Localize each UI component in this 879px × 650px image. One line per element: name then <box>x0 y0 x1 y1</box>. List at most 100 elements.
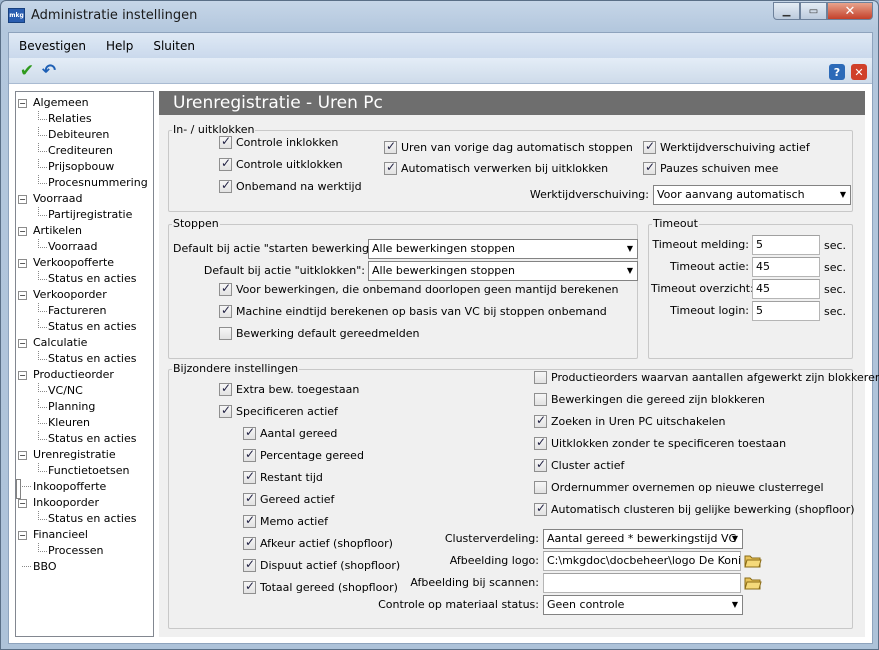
special-checkbox[interactable]: Cluster actief <box>534 457 624 472</box>
inout-checkbox[interactable]: Uren van vorige dag automatisch stoppen <box>384 139 633 154</box>
specificeren-checkbox[interactable]: Percentage gereed <box>243 447 364 462</box>
tree-item[interactable]: Relaties <box>16 111 153 127</box>
checkbox-box[interactable] <box>243 557 256 572</box>
collapse-icon[interactable]: − <box>18 227 27 236</box>
collapse-icon[interactable]: − <box>18 531 27 540</box>
tree-item[interactable]: Kleuren <box>16 415 153 431</box>
checkbox-box[interactable] <box>643 160 656 175</box>
tree-item[interactable]: − Algemeen <box>16 95 153 111</box>
checkbox-box[interactable] <box>534 501 547 516</box>
inout-checkbox[interactable]: Werktijdverschuiving actief <box>643 139 810 154</box>
tree-item[interactable]: Procesnummering <box>16 175 153 191</box>
settings-tree[interactable]: − Algemeen Relaties Debiteuren Crediteuren Pr… <box>15 91 154 637</box>
special-checkbox[interactable]: Zoeken in Uren PC uitschakelen <box>534 413 726 428</box>
tree-item[interactable]: − Calculatie <box>16 335 153 351</box>
close-form-icon[interactable]: ✕ <box>851 64 867 80</box>
tree-item[interactable]: Crediteuren <box>16 143 153 159</box>
timeout-input[interactable]: 45 <box>752 257 820 277</box>
minimize-button[interactable]: ▁ <box>773 2 800 20</box>
special-checkbox[interactable]: Automatisch clusteren bij gelijke bewerk… <box>534 501 855 516</box>
stoppen-checkbox[interactable]: Voor bewerkingen, die onbemand doorlopen… <box>219 281 619 296</box>
checkbox-box[interactable] <box>219 403 232 418</box>
shift-select[interactable]: Voor aanvang automatisch ▼ <box>653 185 851 205</box>
collapse-icon[interactable]: − <box>18 499 27 508</box>
special-checkbox[interactable]: Uitklokken zonder te specificeren toesta… <box>534 435 786 450</box>
tree-item[interactable]: − Inkooporder <box>16 495 153 511</box>
timeout-input[interactable]: 5 <box>752 301 820 321</box>
title-bar[interactable]: mkg Administratie instellingen ▁ ▭ ✕ <box>1 1 878 31</box>
tree-item[interactable]: Inkoopofferte <box>16 479 153 495</box>
logo-input[interactable]: C:\mkgdoc\docbeheer\logo De Koning.jp <box>543 551 741 571</box>
tree-item[interactable]: Factureren <box>16 303 153 319</box>
cluster-select[interactable]: Aantal gereed * bewerkingstijd VC ▼ <box>543 529 743 549</box>
material-select[interactable]: Geen controle ▼ <box>543 595 743 615</box>
collapse-icon[interactable]: − <box>18 99 27 108</box>
checkbox-box[interactable] <box>384 160 397 175</box>
tree-item[interactable]: Status en acties <box>16 351 153 367</box>
tree-item[interactable]: Functietoetsen <box>16 463 153 479</box>
tree-item[interactable]: − Verkoopofferte <box>16 255 153 271</box>
menu-help[interactable]: Help <box>103 37 136 55</box>
tree-item[interactable]: Status en acties <box>16 511 153 527</box>
inout-checkbox[interactable]: Controle uitklokken <box>219 156 343 171</box>
collapse-icon[interactable]: − <box>18 259 27 268</box>
tree-item[interactable]: − Financieel <box>16 527 153 543</box>
specificeren-checkbox[interactable]: Memo actief <box>243 513 328 528</box>
checkbox-box[interactable] <box>534 481 547 494</box>
tree-item[interactable]: Debiteuren <box>16 127 153 143</box>
tree-item[interactable]: Partijregistratie <box>16 207 153 223</box>
confirm-check-icon[interactable]: ✔ <box>17 61 37 81</box>
checkbox-box[interactable] <box>243 579 256 594</box>
special-checkbox[interactable]: Bewerkingen die gereed zijn blokkeren <box>534 393 765 406</box>
checkbox-box[interactable] <box>243 425 256 440</box>
checkbox-box[interactable] <box>243 535 256 550</box>
specificeren-checkbox[interactable]: Restant tijd <box>243 469 323 484</box>
tree-item[interactable]: Voorraad <box>16 239 153 255</box>
open-folder-icon[interactable] <box>744 553 762 569</box>
tree-item[interactable]: − Urenregistratie <box>16 447 153 463</box>
checkbox-box[interactable] <box>643 139 656 154</box>
collapse-icon[interactable]: − <box>18 371 27 380</box>
inout-checkbox[interactable]: Controle inklokken <box>219 134 338 149</box>
tree-item[interactable]: − Productieorder <box>16 367 153 383</box>
menu-sluiten[interactable]: Sluiten <box>150 37 198 55</box>
undo-icon[interactable]: ↶ <box>39 61 59 81</box>
checkbox-box[interactable] <box>219 327 232 340</box>
inout-checkbox[interactable]: Onbemand na werktijd <box>219 178 362 193</box>
special-checkbox[interactable]: Productieorders waarvan aantallen afgewe… <box>534 371 879 384</box>
checkbox-box[interactable] <box>243 447 256 462</box>
checkbox-box[interactable] <box>219 156 232 171</box>
checkbox-box[interactable] <box>219 178 232 193</box>
tree-item[interactable]: VC/NC <box>16 383 153 399</box>
menu-bevestigen[interactable]: Bevestigen <box>16 37 89 55</box>
scan-input[interactable] <box>543 573 741 593</box>
checkbox-box[interactable] <box>243 513 256 528</box>
tree-item[interactable]: − Voorraad <box>16 191 153 207</box>
inout-checkbox[interactable]: Pauzes schuiven mee <box>643 160 778 175</box>
out-select[interactable]: Alle bewerkingen stoppen ▼ <box>368 261 638 281</box>
collapse-icon[interactable]: − <box>18 339 27 348</box>
collapse-icon[interactable]: − <box>18 195 27 204</box>
checkbox-box[interactable] <box>534 393 547 406</box>
special-checkbox[interactable]: Specificeren actief <box>219 403 338 418</box>
timeout-input[interactable]: 5 <box>752 235 820 255</box>
tree-item[interactable]: Planning <box>16 399 153 415</box>
specificeren-checkbox[interactable]: Aantal gereed <box>243 425 337 440</box>
tree-item[interactable]: Prijsopbouw <box>16 159 153 175</box>
checkbox-box[interactable] <box>534 435 547 450</box>
tree-item[interactable]: − Artikelen <box>16 223 153 239</box>
timeout-input[interactable]: 45 <box>752 279 820 299</box>
stoppen-checkbox[interactable]: Bewerking default gereedmelden <box>219 327 420 340</box>
checkbox-box[interactable] <box>243 469 256 484</box>
open-folder-icon[interactable] <box>744 575 762 591</box>
checkbox-box[interactable] <box>534 457 547 472</box>
tree-item[interactable]: Status en acties <box>16 431 153 447</box>
checkbox-box[interactable] <box>384 139 397 154</box>
checkbox-box[interactable] <box>219 281 232 296</box>
checkbox-box[interactable] <box>219 134 232 149</box>
special-checkbox[interactable]: Extra bew. toegestaan <box>219 381 359 396</box>
specificeren-checkbox[interactable]: Gereed actief <box>243 491 334 506</box>
checkbox-box[interactable] <box>219 381 232 396</box>
tree-item[interactable]: − Verkooporder <box>16 287 153 303</box>
tree-item[interactable]: BBO <box>16 559 153 575</box>
